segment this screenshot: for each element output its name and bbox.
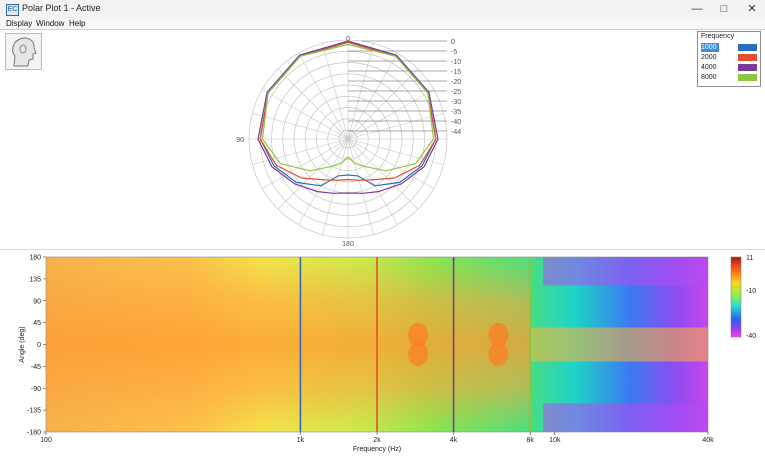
ring-label: -20 (451, 79, 461, 86)
y-tick-label: -90 (31, 386, 41, 393)
legend-swatch[interactable] (738, 44, 757, 51)
menu-window[interactable]: Window (36, 18, 64, 29)
legend-label: 2000 (701, 54, 717, 61)
ring-label: -44 (451, 129, 461, 136)
polar-spoke (347, 138, 419, 210)
legend-item-4000[interactable]: 4000 (700, 63, 758, 72)
colorbar-min-label: -40 (746, 333, 756, 340)
ring-label: -10 (451, 59, 461, 66)
ring-label: 0 (451, 39, 455, 46)
polar-spoke (347, 89, 434, 140)
y-tick-label: 135 (29, 276, 41, 283)
ring-label: -15 (451, 69, 461, 76)
polar-spoke (252, 113, 349, 140)
x-tick-label: 1k (297, 437, 305, 444)
legend-swatch[interactable] (738, 74, 757, 81)
minimize-button[interactable]: — (684, 0, 710, 18)
close-icon: ✕ (747, 3, 757, 15)
frequency-legend: Frequency 1000 2000 4000 8000 (697, 31, 761, 87)
ring-label: -40 (451, 119, 461, 126)
legend-item-8000[interactable]: 8000 (700, 73, 758, 82)
heatmap-offaxis-region (543, 257, 708, 286)
legend-item-2000[interactable]: 2000 (700, 53, 758, 62)
colorbar (730, 256, 742, 338)
polar-spoke (347, 53, 398, 140)
polar-chart: 0-5-10-15-20-25-30-35-40-44090180 (236, 36, 461, 248)
y-tick-label: 180 (29, 255, 41, 262)
heatmap-hotspot (408, 342, 429, 367)
x-tick-label: 4k (450, 437, 458, 444)
menu-bar: Display Window Help (0, 18, 765, 29)
minimize-icon: — (691, 3, 703, 15)
legend-label: 8000 (701, 74, 717, 81)
angle-label-90: 90 (236, 137, 244, 144)
heatmap-core (46, 257, 531, 432)
legend-label: 1000 (701, 43, 719, 52)
polar-spoke (347, 138, 374, 235)
legend-title: Frequency (701, 33, 735, 40)
y-tick-label: 90 (33, 298, 41, 305)
menu-help[interactable]: Help (69, 18, 85, 29)
y-tick-label: 45 (33, 320, 41, 327)
legend-item-1000[interactable]: 1000 (700, 43, 758, 52)
polar-spoke (277, 68, 349, 140)
menu-display[interactable]: Display (6, 18, 32, 29)
polar-spoke (347, 68, 419, 140)
legend-swatch[interactable] (738, 54, 757, 61)
polar-spoke (322, 138, 349, 235)
y-tick-label: 0 (37, 342, 41, 349)
y-tick-label: -45 (31, 364, 41, 371)
ring-label: -25 (451, 89, 461, 96)
x-tick-label: 100 (40, 437, 52, 444)
colorbar-max-label: 11 (746, 255, 753, 262)
polar-spoke (347, 138, 398, 225)
x-tick-label: 40k (702, 437, 714, 444)
app-icon[interactable]: EC (6, 4, 19, 16)
ring-label: -5 (451, 49, 457, 56)
y-axis-label: Angle (deg) (19, 326, 26, 362)
x-tick-label: 2k (373, 437, 381, 444)
maximize-icon: □ (720, 3, 728, 15)
polar-spoke (262, 89, 349, 140)
y-tick-label: -135 (27, 408, 41, 415)
window-title: Polar Plot 1 - Active (22, 3, 101, 13)
legend-swatch[interactable] (738, 64, 757, 71)
close-button[interactable]: ✕ (739, 0, 765, 18)
polar-spoke (347, 113, 444, 140)
heatmap-hotspot (488, 342, 509, 367)
ring-label: -30 (451, 99, 461, 106)
y-tick-label: -180 (27, 430, 41, 437)
polar-spoke (277, 138, 349, 210)
ring-label: -35 (451, 109, 461, 116)
heatmap-onaxis-band (530, 327, 708, 362)
maximize-button[interactable]: □ (711, 0, 737, 18)
x-tick-label: 8k (526, 437, 534, 444)
polar-spoke (298, 53, 349, 140)
title-bar: EC Polar Plot 1 - Active — □ ✕ (0, 0, 765, 18)
angle-label-180: 180 (342, 241, 354, 248)
x-tick-label: 10k (549, 437, 561, 444)
legend-label: 4000 (701, 64, 717, 71)
polar-spoke (322, 43, 349, 140)
x-axis-label: Frequency (Hz) (353, 446, 401, 453)
polar-spoke (298, 138, 349, 225)
colorbar-mid-label: -10 (746, 288, 756, 295)
directivity-heatmap: 180 135 90 45 0 -45 -90 -135 -180100 1k 2k 4k 8k 10k 4… (19, 255, 756, 454)
heatmap-offaxis-region (543, 403, 708, 432)
